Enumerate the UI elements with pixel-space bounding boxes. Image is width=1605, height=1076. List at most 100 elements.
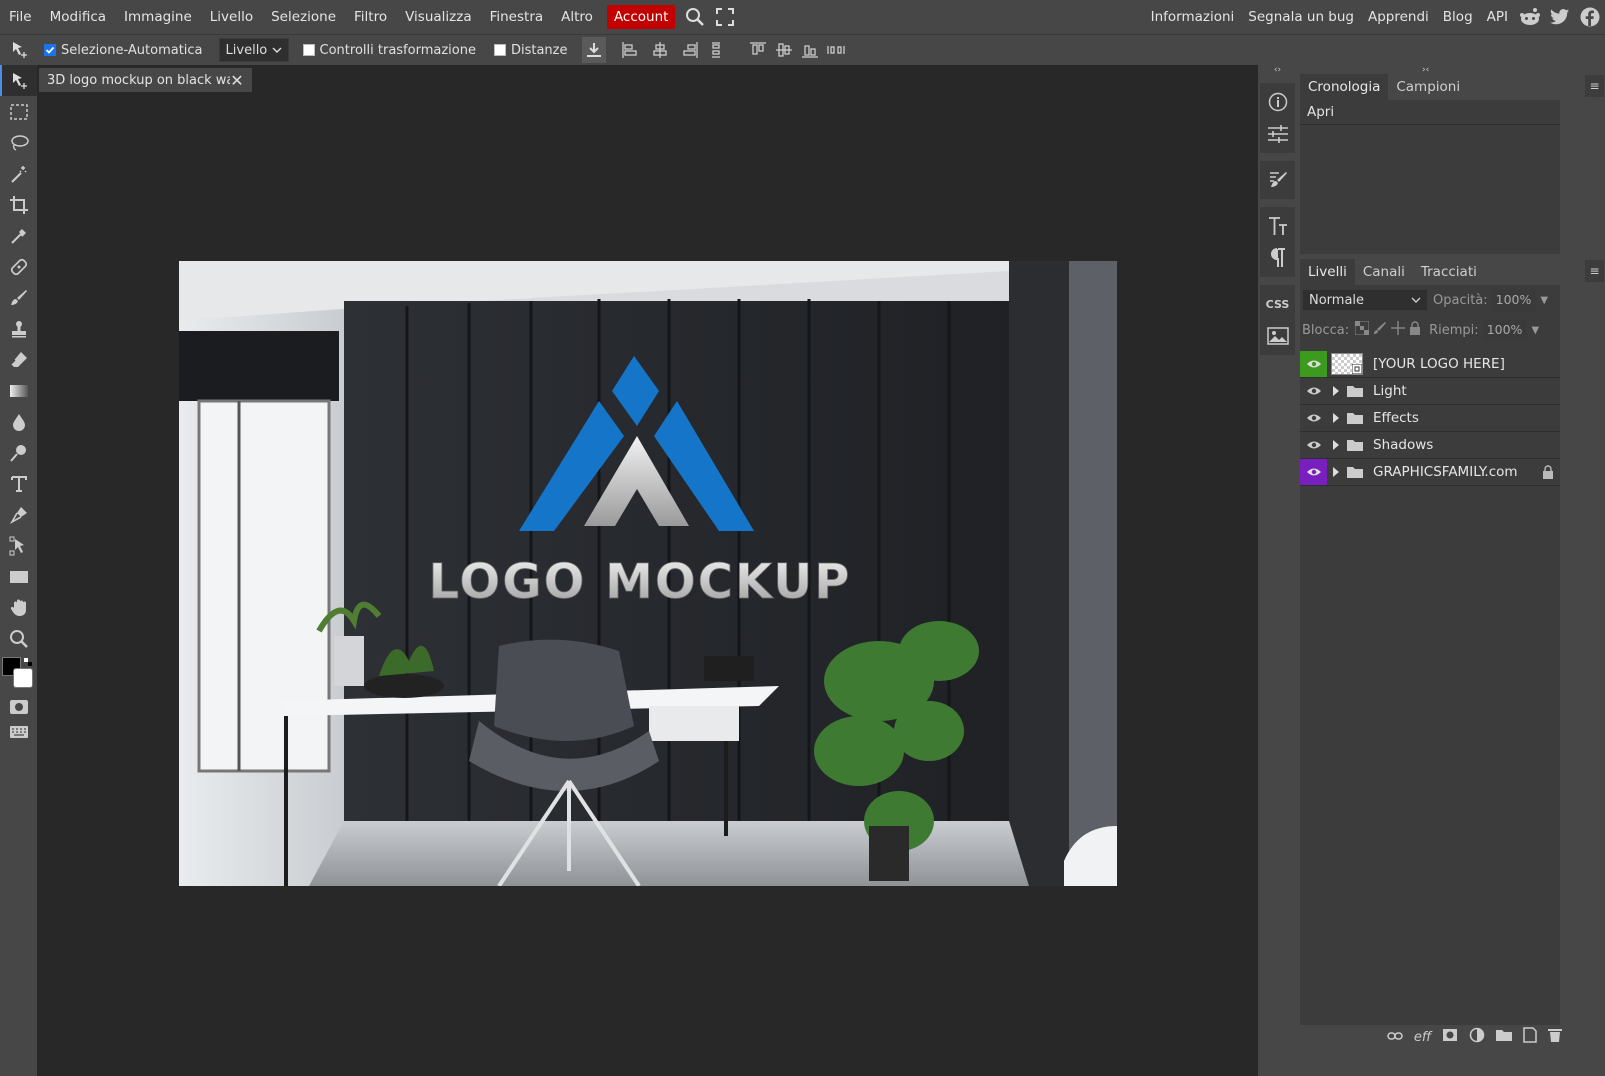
menu-filtro[interactable]: Filtro (345, 0, 396, 34)
tab-campioni[interactable]: Campioni (1388, 74, 1468, 100)
distribute-h-icon[interactable] (704, 37, 728, 63)
align-right-icon[interactable] (678, 37, 702, 63)
css-icon[interactable]: CSS (1260, 288, 1295, 320)
align-left-icon[interactable] (618, 37, 642, 63)
background-color-swatch[interactable] (13, 668, 33, 688)
link-blog[interactable]: Blog (1436, 0, 1480, 34)
paragraph-icon[interactable] (1260, 242, 1295, 274)
checkbox-checked[interactable] (44, 44, 56, 56)
history-panel-menu-icon[interactable]: ≡ (1585, 75, 1604, 97)
align-middle-v-icon[interactable] (772, 37, 796, 63)
tab-livelli[interactable]: Livelli (1300, 259, 1355, 285)
hand-tool-button[interactable] (0, 592, 37, 623)
reddit-icon[interactable] (1515, 0, 1545, 34)
layer-row-effects[interactable]: Effects (1300, 405, 1560, 432)
link-segnala-bug[interactable]: Segnala un bug (1241, 0, 1361, 34)
checkbox-unchecked[interactable] (302, 44, 315, 56)
expand-arrow-icon[interactable] (1327, 466, 1345, 478)
adjustment-layer-icon[interactable] (1469, 1027, 1485, 1047)
target-select[interactable]: Livello (218, 38, 289, 62)
zoom-tool-button[interactable] (0, 623, 37, 654)
auto-select-checkbox[interactable]: Selezione-Automatica (44, 43, 203, 58)
fill-dropdown-icon[interactable]: ▼ (1531, 325, 1539, 336)
opacity-dropdown-icon[interactable]: ▼ (1540, 295, 1548, 306)
lasso-tool-button[interactable] (0, 127, 37, 158)
brush-tool-button[interactable] (0, 282, 37, 313)
transform-controls-checkbox[interactable]: Controlli trasformazione (302, 43, 476, 58)
distances-checkbox[interactable]: Distanze (493, 43, 568, 58)
quick-mask-button[interactable] (0, 694, 37, 720)
link-informazioni[interactable]: Informazioni (1144, 0, 1242, 34)
collapse-icon[interactable]: ‹› (1258, 65, 1297, 75)
marquee-tool-button[interactable] (0, 96, 37, 127)
rectangle-tool-button[interactable] (0, 561, 37, 592)
eye-icon[interactable] (1300, 405, 1327, 431)
eye-icon[interactable] (1300, 378, 1327, 404)
image-icon[interactable] (1260, 320, 1295, 352)
eyedropper-tool-button[interactable] (0, 220, 37, 251)
gradient-tool-button[interactable] (0, 375, 37, 406)
document-tab[interactable]: 3D logo mockup on black wall ✕ (39, 68, 252, 92)
add-mask-icon[interactable] (1442, 1028, 1458, 1046)
healing-tool-button[interactable] (0, 251, 37, 282)
menu-modifica[interactable]: Modifica (41, 0, 115, 34)
expand-arrow-icon[interactable] (1327, 412, 1345, 424)
menu-file[interactable]: File (0, 0, 41, 34)
tab-tracciati[interactable]: Tracciati (1413, 259, 1485, 285)
tab-cronologia[interactable]: Cronologia (1300, 74, 1389, 100)
close-icon[interactable]: ✕ (230, 71, 244, 90)
eye-icon[interactable] (1300, 350, 1327, 377)
eye-icon[interactable] (1300, 432, 1327, 458)
character-icon[interactable] (1260, 210, 1295, 242)
pen-tool-button[interactable] (0, 499, 37, 530)
blend-mode-select[interactable]: Normale (1302, 289, 1428, 311)
adjustments-icon[interactable] (1260, 118, 1295, 150)
tab-canali[interactable]: Canali (1355, 259, 1413, 285)
menu-selezione[interactable]: Selezione (262, 0, 345, 34)
fullscreen-icon[interactable] (710, 0, 740, 34)
menu-livello[interactable]: Livello (201, 0, 262, 34)
twitter-icon[interactable] (1545, 0, 1575, 34)
layer-row-shadows[interactable]: Shadows (1300, 432, 1560, 459)
distribute-v-icon[interactable] (824, 37, 848, 63)
layer-row-your-logo[interactable]: [YOUR LOGO HERE] (1300, 350, 1560, 378)
document-canvas[interactable]: LOGO MOCKUP (179, 261, 1117, 886)
download-icon[interactable] (581, 37, 606, 63)
account-button[interactable]: Account (606, 5, 676, 29)
search-icon[interactable] (680, 0, 710, 34)
align-center-h-icon[interactable] (648, 37, 672, 63)
menu-immagine[interactable]: Immagine (115, 0, 201, 34)
fill-input[interactable]: 100% (1481, 319, 1528, 341)
align-top-icon[interactable] (746, 37, 770, 63)
align-bottom-icon[interactable] (798, 37, 822, 63)
brush-settings-icon[interactable] (1260, 164, 1295, 196)
link-api[interactable]: API (1480, 0, 1515, 34)
menu-altro[interactable]: Altro (552, 0, 602, 34)
dodge-tool-button[interactable] (0, 437, 37, 468)
type-tool-button[interactable] (0, 468, 37, 499)
link-apprendi[interactable]: Apprendi (1361, 0, 1436, 34)
facebook-icon[interactable] (1575, 0, 1605, 34)
info-icon[interactable] (1260, 86, 1295, 118)
delete-layer-icon[interactable] (1547, 1027, 1562, 1047)
keyboard-button[interactable] (0, 720, 37, 744)
new-layer-icon[interactable] (1523, 1027, 1537, 1047)
blur-tool-button[interactable] (0, 406, 37, 437)
swap-colors-icon[interactable] (24, 655, 32, 666)
menu-visualizza[interactable]: Visualizza (396, 0, 481, 34)
lock-transparency-icon[interactable] (1354, 320, 1370, 339)
eye-icon[interactable] (1300, 459, 1327, 485)
layer-effects-button[interactable]: eff (1414, 1030, 1431, 1045)
crop-tool-button[interactable] (0, 189, 37, 220)
move-tool-button[interactable] (0, 65, 37, 96)
link-layers-icon[interactable] (1387, 1030, 1403, 1045)
opacity-input[interactable]: 100% (1490, 289, 1537, 311)
expand-arrow-icon[interactable] (1327, 385, 1345, 397)
layer-row-graphicsfamily[interactable]: GRAPHICSFAMILY.com (1300, 459, 1560, 486)
layers-panel-menu-icon[interactable]: ≡ (1585, 260, 1604, 282)
lock-position-icon[interactable] (1391, 321, 1406, 339)
path-select-tool-button[interactable] (0, 530, 37, 561)
menu-finestra[interactable]: Finestra (481, 0, 553, 34)
stamp-tool-button[interactable] (0, 313, 37, 344)
new-group-icon[interactable] (1496, 1029, 1513, 1045)
